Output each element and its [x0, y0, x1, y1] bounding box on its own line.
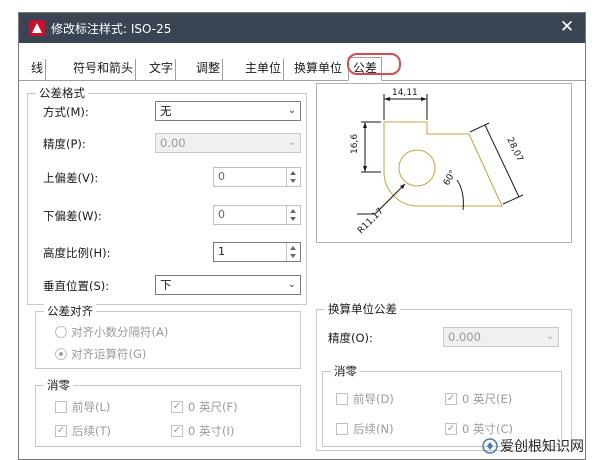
watermark: 爱创根知识网: [482, 436, 584, 456]
watermark-logo-icon: [482, 438, 498, 454]
close-icon[interactable]: ✕: [557, 17, 577, 37]
tolerance-alignment-title: 公差对齐: [44, 304, 96, 318]
inches-left-checkbox[interactable]: ✓ 0 英寸(I): [171, 423, 234, 439]
inches-right-checkbox[interactable]: ✓ 0 英寸(C): [445, 421, 513, 437]
tolerance-format-title: 公差格式: [36, 86, 88, 100]
lower-deviation-value: 0: [218, 208, 225, 221]
trailing-left-checkbox[interactable]: ✓ 后续(T): [55, 423, 111, 439]
spin-down-icon[interactable]: [290, 254, 296, 258]
checkmark-icon: ✓: [171, 425, 183, 437]
chevron-down-icon: ⌄: [287, 137, 296, 148]
dim-left-text: 16,6: [350, 134, 360, 154]
title-bar: 修改标注样式: ISO-25 ✕: [19, 13, 585, 43]
align-operator-radio[interactable]: 对齐运算符(G): [55, 346, 146, 362]
feet-right-label: 0 英尺(E): [462, 392, 513, 406]
method-label: 方式(M):: [43, 105, 89, 119]
chevron-down-icon: ⌄: [287, 105, 296, 116]
trailing-right-checkbox[interactable]: 后续(N): [336, 421, 394, 437]
checkmark-icon: ✓: [445, 393, 457, 405]
vertical-position-value: 下: [160, 278, 172, 292]
trailing-right-label: 后续(N): [353, 422, 394, 436]
tab-strip: 线 符号和箭头 文字 调整 主单位 换算单位 公差: [19, 57, 585, 81]
tolerance-format-group: 公差格式: [27, 86, 307, 305]
radio-icon: [55, 326, 67, 338]
dim-top-text: 14,11: [392, 88, 418, 98]
zero-suppression-left-title: 消零: [44, 378, 73, 392]
inches-left-label: 0 英寸(I): [188, 424, 235, 438]
checkbox-icon: [55, 401, 67, 413]
trailing-left-label: 后续(T): [72, 424, 111, 438]
dim-right-text: 28,07: [504, 136, 524, 164]
chevron-down-icon: ⌄: [287, 279, 296, 290]
vertical-position-select[interactable]: 下 ⌄: [155, 275, 301, 295]
spin-up-icon[interactable]: [290, 209, 296, 213]
checkbox-icon: [336, 393, 348, 405]
alt-unit-tolerance-title: 换算单位公差: [325, 302, 400, 316]
window-title: 修改标注样式: ISO-25: [51, 22, 172, 36]
spin-down-icon[interactable]: [290, 217, 296, 221]
lower-deviation-label: 下偏差(W):: [43, 209, 102, 223]
part-outline: [383, 121, 503, 207]
tab-lines[interactable]: 线: [29, 59, 47, 80]
dim-radius-text: R11,17: [356, 206, 386, 236]
inches-right-label: 0 英寸(C): [462, 422, 513, 436]
checkbox-icon: [336, 423, 348, 435]
method-value: 无: [160, 104, 172, 118]
upper-deviation-value: 0: [218, 170, 225, 183]
spin-up-icon[interactable]: [290, 171, 296, 175]
alt-precision-value: 0.000: [448, 330, 481, 344]
checkmark-icon: ✓: [55, 425, 67, 437]
height-scale-spinner[interactable]: 1: [213, 242, 301, 262]
tab-primary-units[interactable]: 主单位: [243, 59, 285, 80]
vertical-position-label: 垂直位置(S):: [43, 279, 110, 293]
height-scale-value: 1: [218, 245, 225, 258]
alt-precision-select[interactable]: 0.000 ⌄: [443, 327, 559, 347]
checkmark-icon: ✓: [445, 423, 457, 435]
upper-deviation-spinner[interactable]: 0: [213, 167, 301, 187]
alt-precision-label: 精度(O):: [328, 331, 373, 345]
lower-deviation-spinner[interactable]: 0: [213, 205, 301, 225]
precision-value: 0.00: [160, 136, 186, 150]
tab-text[interactable]: 文字: [147, 59, 177, 80]
spin-up-icon[interactable]: [290, 246, 296, 250]
preview-drawing: 14,11 16,6 28,07 60° R11,17: [350, 88, 525, 236]
tab-symbols-arrows[interactable]: 符号和箭头: [71, 59, 137, 80]
align-operator-label: 对齐运算符(G): [71, 347, 147, 361]
feet-left-checkbox[interactable]: ✓ 0 英尺(F): [171, 399, 238, 415]
spin-down-icon[interactable]: [290, 179, 296, 183]
tab-tolerances[interactable]: 公差: [348, 57, 383, 81]
height-scale-label: 高度比例(H):: [43, 246, 111, 260]
radio-selected-icon: [55, 348, 67, 360]
precision-select[interactable]: 0.00 ⌄: [155, 133, 301, 153]
leading-left-label: 前导(L): [72, 400, 111, 414]
autocad-logo-icon: [29, 20, 45, 36]
upper-deviation-label: 上偏差(V):: [43, 171, 99, 185]
hole-circle: [398, 149, 436, 187]
method-select[interactable]: 无 ⌄: [155, 101, 301, 121]
tab-fit[interactable]: 调整: [194, 59, 224, 80]
align-decimal-label: 对齐小数分隔符(A): [71, 325, 169, 339]
align-decimal-radio[interactable]: 对齐小数分隔符(A): [55, 324, 168, 340]
leading-right-label: 前导(D): [353, 392, 394, 406]
preview-pane: 14,11 16,6 28,07 60° R11,17: [316, 83, 572, 243]
tab-alternate-units[interactable]: 换算单位: [292, 59, 345, 80]
feet-right-checkbox[interactable]: ✓ 0 英尺(E): [445, 391, 512, 407]
precision-label: 精度(P):: [43, 137, 86, 151]
leading-right-checkbox[interactable]: 前导(D): [336, 391, 394, 407]
checkmark-icon: ✓: [171, 401, 183, 413]
leading-left-checkbox[interactable]: 前导(L): [55, 399, 110, 415]
dialog-window: 修改标注样式: ISO-25 ✕ 线 符号和箭头 文字 调整 主单位 换算单位 …: [18, 12, 586, 460]
watermark-text: 爱创根知识网: [500, 439, 584, 455]
dim-angle-text: 60°: [442, 169, 459, 188]
chevron-down-icon: ⌄: [545, 331, 554, 342]
zero-suppression-right-title: 消零: [331, 364, 360, 378]
feet-left-label: 0 英尺(F): [188, 400, 238, 414]
